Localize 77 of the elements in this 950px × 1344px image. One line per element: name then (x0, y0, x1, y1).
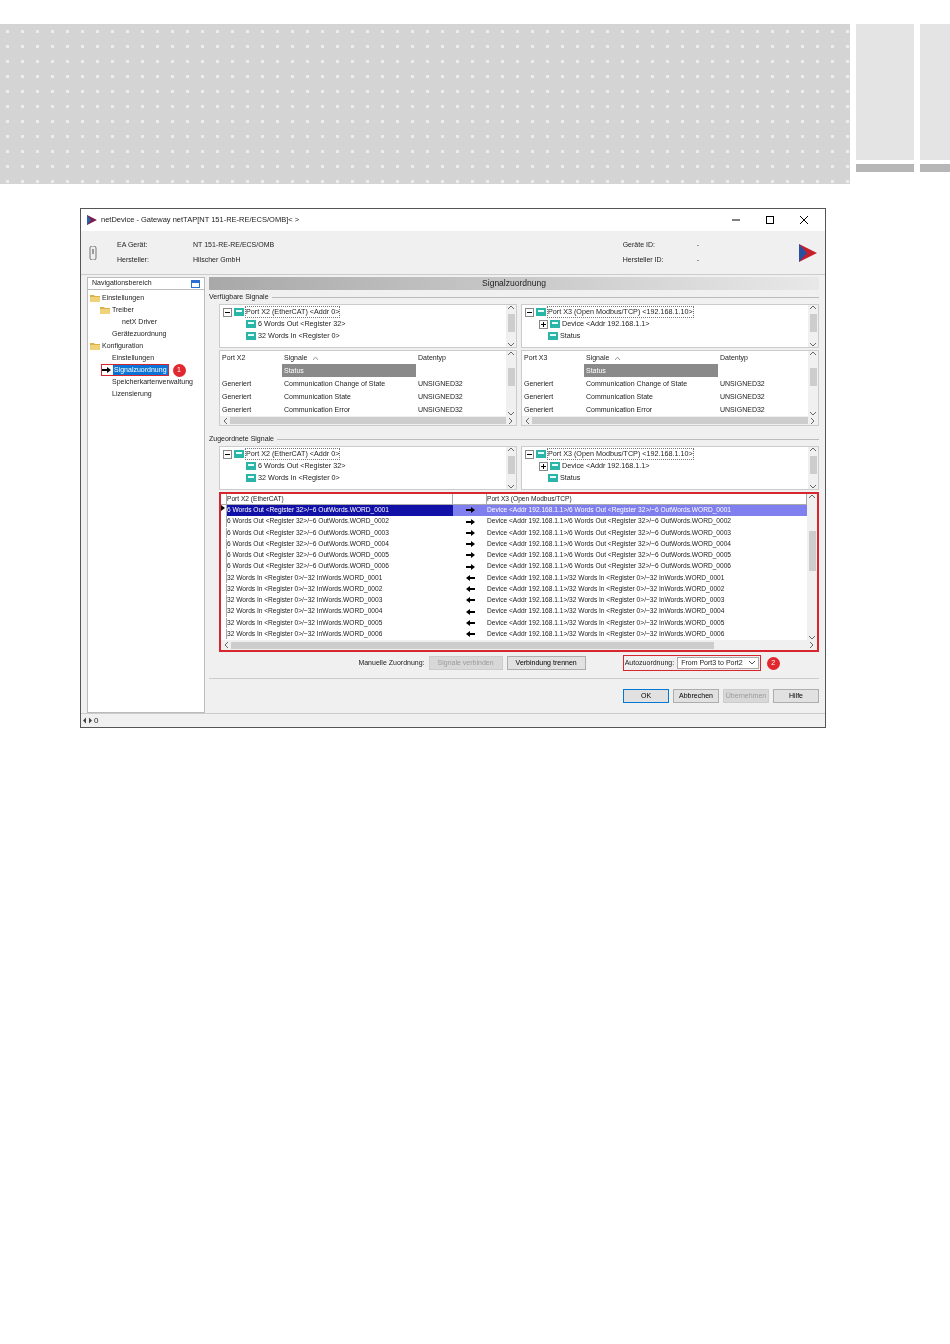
connector-icon (536, 308, 546, 316)
scroll-up-icon[interactable] (508, 351, 514, 355)
connector-icon (548, 332, 558, 340)
scroll-up-icon[interactable] (508, 305, 514, 309)
scrollbar-thumb[interactable] (808, 530, 816, 571)
sort-icon (313, 356, 319, 361)
arrow-icon (102, 367, 111, 373)
scrollbar[interactable] (506, 351, 516, 416)
scroll-down-icon[interactable] (810, 412, 816, 416)
fdt-logo-icon (799, 243, 817, 262)
scrollbar-thumb[interactable] (507, 368, 515, 386)
connector-icon (536, 450, 546, 458)
collapse-icon[interactable] (525, 449, 534, 459)
panel-header: Signalzuordnung (209, 277, 819, 290)
app-logo-icon (87, 215, 97, 225)
banner-bar (856, 164, 914, 172)
scrollbar[interactable] (522, 416, 818, 425)
row-pointer-icon (221, 505, 225, 512)
status-text: 0 (94, 714, 99, 727)
connector-icon (246, 332, 256, 340)
connector-icon (548, 474, 558, 482)
close-icon (800, 216, 808, 224)
scroll-down-icon[interactable] (810, 485, 816, 489)
caret-icon (748, 661, 755, 665)
connector-icon (246, 462, 256, 470)
scroll-down-icon[interactable] (809, 635, 815, 640)
connector-icon (234, 308, 244, 316)
scrollbar-thumb[interactable] (507, 314, 515, 333)
sort-icon (615, 356, 621, 361)
scrollbar[interactable] (220, 416, 516, 425)
connector-icon (234, 450, 244, 458)
scrollbar-thumb[interactable] (231, 641, 714, 649)
scroll-left-icon[interactable] (525, 417, 529, 424)
scrollbar[interactable] (807, 494, 817, 640)
scrollbar[interactable] (808, 447, 818, 489)
scroll-up-icon[interactable] (508, 447, 514, 451)
scrollbar[interactable] (808, 305, 818, 347)
scroll-right-icon[interactable] (810, 642, 814, 648)
expand-icon[interactable] (539, 319, 548, 329)
scrollbar[interactable] (506, 447, 516, 489)
scrollbar-thumb[interactable] (809, 314, 817, 333)
folder-icon (100, 306, 110, 314)
scroll-up-icon[interactable] (810, 351, 816, 355)
connector-icon (246, 320, 256, 328)
scroll-up-icon[interactable] (809, 494, 815, 498)
scrollbar[interactable] (506, 305, 516, 347)
expand-icon[interactable] (539, 461, 548, 471)
scroll-right-icon[interactable] (509, 417, 513, 424)
connector-icon (550, 320, 560, 328)
scroll-down-icon[interactable] (508, 343, 514, 347)
maximize-icon (766, 216, 774, 224)
connector-icon (550, 462, 560, 470)
scroll-down-icon[interactable] (508, 485, 514, 489)
network-icon (83, 717, 92, 724)
collapse-icon[interactable] (525, 307, 534, 317)
banner-bar (920, 164, 950, 172)
scrollbar-thumb[interactable] (532, 417, 808, 424)
connector-icon (246, 474, 256, 482)
scroll-left-icon[interactable] (224, 642, 228, 648)
folder-icon (90, 342, 100, 350)
scrollbar-thumb[interactable] (809, 368, 817, 386)
scrollbar-thumb[interactable] (809, 456, 817, 475)
collapse-icon[interactable] (223, 307, 232, 317)
scroll-down-icon[interactable] (810, 343, 816, 347)
scroll-up-icon[interactable] (810, 447, 816, 451)
folder-icon (90, 294, 100, 302)
scrollbar-thumb[interactable] (230, 417, 506, 424)
scroll-left-icon[interactable] (223, 417, 227, 424)
scrollbar-thumb[interactable] (507, 456, 515, 475)
scrollbar[interactable] (808, 351, 818, 416)
device-icon (89, 245, 97, 260)
scrollbar[interactable] (221, 640, 817, 650)
scroll-up-icon[interactable] (810, 305, 816, 309)
collapse-icon[interactable] (223, 449, 232, 459)
scroll-down-icon[interactable] (508, 412, 514, 416)
scroll-right-icon[interactable] (811, 417, 815, 424)
minimize-icon (732, 216, 740, 224)
